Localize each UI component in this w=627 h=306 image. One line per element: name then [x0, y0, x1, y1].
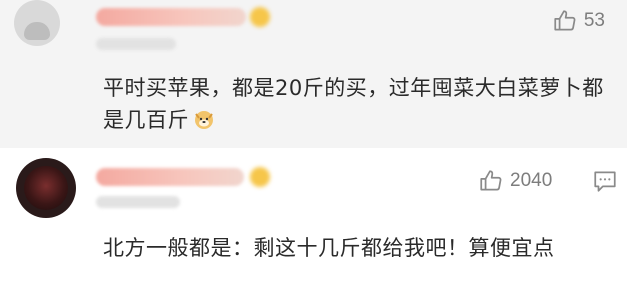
like-button[interactable]: 2040: [478, 168, 552, 194]
user-badge-icon: [250, 167, 270, 187]
comment-text: 北方一般都是：剩这十几斤都给我吧！算便宜点: [103, 236, 555, 260]
comment-item: 2040 北方一般都是：剩这十几斤都给我吧！算便宜点: [0, 148, 627, 306]
comment-meta-blurred: [96, 38, 176, 50]
comment-bubble-icon[interactable]: [592, 168, 618, 194]
doge-icon: [195, 111, 213, 129]
thumbs-up-icon: [554, 10, 576, 31]
comment-meta-blurred: [96, 196, 180, 208]
like-count: 2040: [510, 170, 553, 191]
comment-item: 53 平时买苹果，都是20斤的买，过年囤菜大白菜萝卜都是几百斤: [0, 0, 627, 148]
avatar[interactable]: [16, 158, 76, 218]
username-blurred[interactable]: [96, 8, 246, 26]
user-badge-icon: [250, 7, 270, 27]
avatar[interactable]: [14, 0, 60, 46]
like-count: 53: [583, 10, 605, 31]
username-blurred[interactable]: [96, 168, 244, 186]
like-button[interactable]: 53: [552, 8, 605, 34]
comment-text: 平时买苹果，都是20斤的买，过年囤菜大白菜萝卜都是几百斤: [103, 76, 604, 132]
thumbs-up-icon: [480, 170, 502, 191]
